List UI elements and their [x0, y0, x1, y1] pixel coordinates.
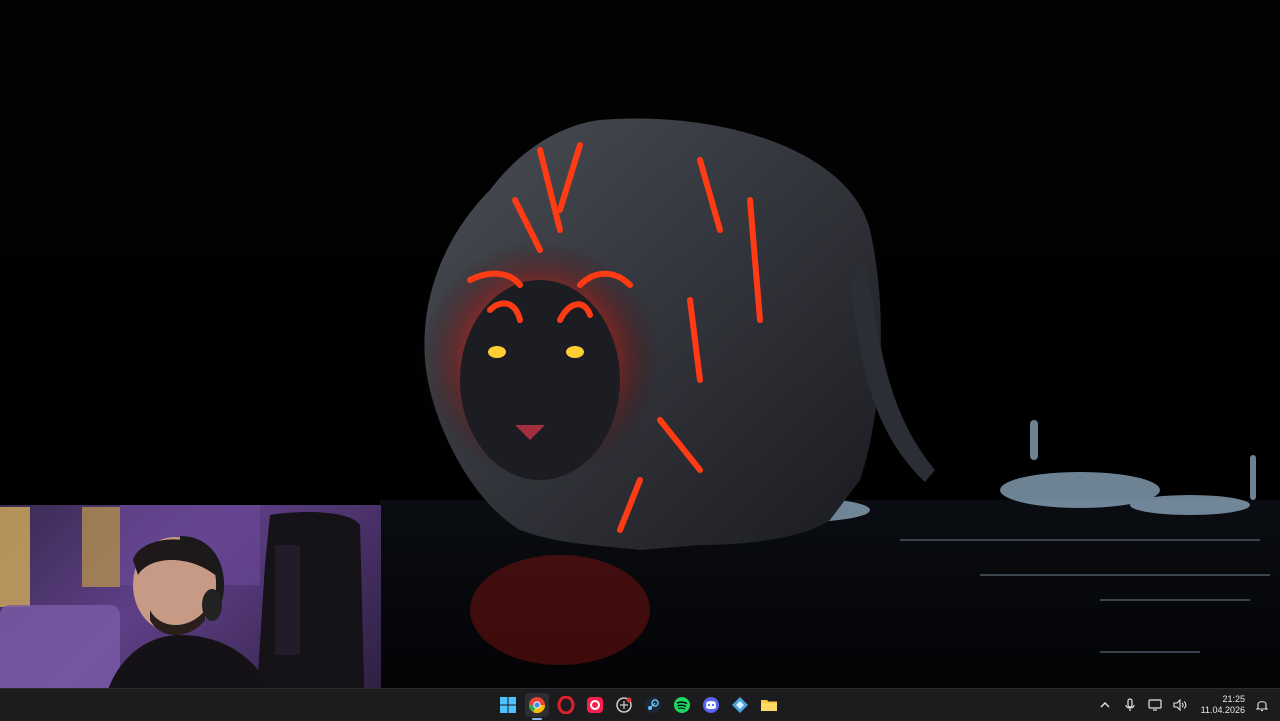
taskbar-file-explorer[interactable] — [757, 693, 781, 717]
chrome-icon — [528, 697, 546, 714]
taskbar: 21:25 11.04.2026 — [0, 688, 1280, 721]
opera-gx-icon — [587, 697, 603, 713]
clock[interactable]: 21:25 11.04.2026 — [1201, 694, 1245, 716]
clock-time: 21:25 — [1222, 694, 1245, 704]
system-tray: 21:25 11.04.2026 — [1097, 689, 1270, 721]
opera-icon — [557, 696, 575, 714]
volume-icon — [1173, 699, 1187, 711]
discord-icon — [703, 697, 719, 713]
notification-bell-icon — [1256, 701, 1268, 712]
taskbar-chrome[interactable] — [525, 693, 549, 720]
volume-button[interactable] — [1172, 697, 1188, 713]
steam-icon — [645, 697, 661, 713]
notifications-button[interactable] — [1254, 697, 1270, 713]
windows-start-icon — [500, 697, 516, 713]
taskbar-steam[interactable] — [641, 693, 665, 717]
show-hidden-icons-button[interactable] — [1097, 697, 1113, 713]
spotify-icon — [674, 697, 690, 713]
start-button[interactable] — [496, 693, 520, 717]
app-icon-unknown — [616, 697, 632, 713]
taskbar-opera-gx[interactable] — [583, 693, 607, 717]
taskbar-spotify[interactable] — [670, 693, 694, 717]
clock-date: 11.04.2026 — [1200, 705, 1245, 715]
taskbar-discord[interactable] — [699, 693, 723, 717]
file-explorer-icon — [761, 700, 777, 711]
taskbar-app-unknown[interactable] — [612, 693, 636, 717]
network-button[interactable] — [1147, 697, 1163, 713]
taskbar-app-blue[interactable] — [728, 693, 752, 717]
chevron-up-icon — [1100, 702, 1110, 708]
microphone-button[interactable] — [1122, 697, 1138, 713]
app-icon-blue — [732, 697, 748, 713]
taskbar-opera[interactable] — [554, 693, 578, 717]
network-icon — [1148, 699, 1162, 711]
microphone-icon — [1125, 698, 1135, 711]
taskbar-apps — [496, 693, 781, 720]
